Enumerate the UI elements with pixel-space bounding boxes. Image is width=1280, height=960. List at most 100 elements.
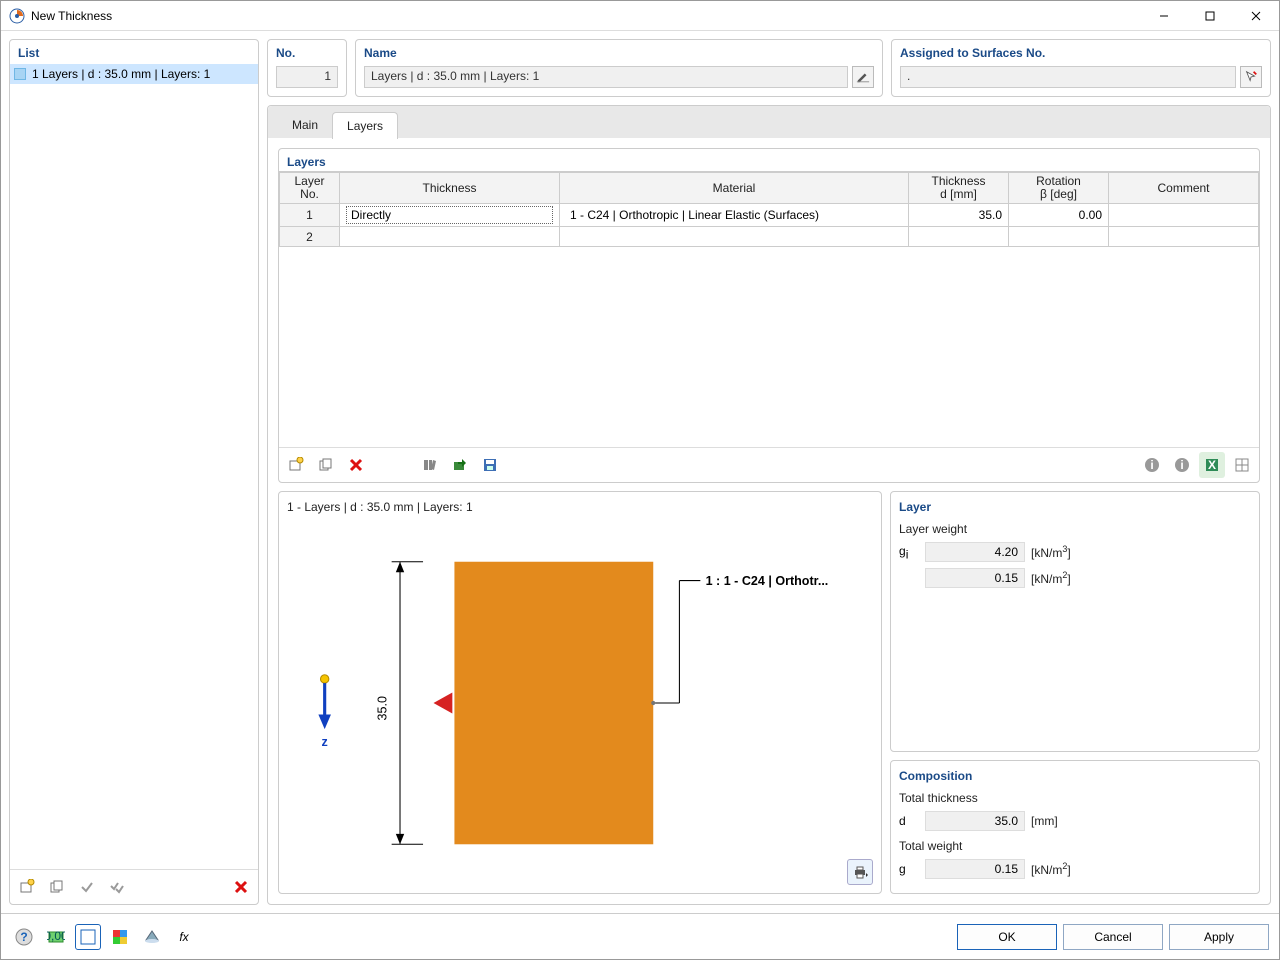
layer-weight-label: Layer weight xyxy=(899,522,1251,536)
colors-button[interactable] xyxy=(107,924,133,950)
preview-box: 1 - Layers | d : 35.0 mm | Layers: 1 xyxy=(278,491,882,894)
import-button[interactable] xyxy=(447,452,473,478)
view-button[interactable] xyxy=(75,924,101,950)
layer-panel-title: Layer xyxy=(899,500,1251,514)
list-item-swatch xyxy=(14,68,26,80)
excel-button[interactable]: X xyxy=(1199,452,1225,478)
grid-empty-space xyxy=(279,247,1259,447)
assigned-label: Assigned to Surfaces No. xyxy=(900,46,1262,60)
list-item[interactable]: 1 Layers | d : 35.0 mm | Layers: 1 xyxy=(10,64,258,84)
cell-thickness[interactable] xyxy=(340,227,560,247)
table-row[interactable]: 2 xyxy=(280,227,1259,247)
list-tree[interactable]: 1 Layers | d : 35.0 mm | Layers: 1 xyxy=(10,64,258,869)
library-button[interactable] xyxy=(417,452,443,478)
g-unit: [kN/m2] xyxy=(1031,861,1071,877)
legend-label: 1 : 1 - C24 | Orthotr... xyxy=(706,574,829,588)
tab-main[interactable]: Main xyxy=(278,112,332,138)
copy-layer-button[interactable] xyxy=(313,452,339,478)
ok-button[interactable]: OK xyxy=(957,924,1057,950)
list-toolbar xyxy=(10,869,258,904)
pick-surfaces-button[interactable] xyxy=(1240,66,1262,88)
layers-toolbar: i i X xyxy=(279,447,1259,482)
minimize-button[interactable] xyxy=(1141,1,1187,31)
preview-title: 1 - Layers | d : 35.0 mm | Layers: 1 xyxy=(287,500,873,514)
svg-text:0,00: 0,00 xyxy=(47,929,65,943)
delete-layer-button[interactable] xyxy=(343,452,369,478)
col-thickness-d: Thicknessd [mm] xyxy=(909,173,1009,204)
gi-unit: [kN/m3] xyxy=(1031,544,1071,560)
no-input[interactable]: 1 xyxy=(276,66,338,88)
svg-text:i: i xyxy=(1150,458,1153,472)
row-no: 1 xyxy=(280,204,340,227)
name-box: Name Layers | d : 35.0 mm | Layers: 1 xyxy=(355,39,883,97)
gi-value: 4.20 xyxy=(925,542,1025,562)
maximize-button[interactable] xyxy=(1187,1,1233,31)
right-stats: Layer Layer weight gi 4.20 [kN/m3] xyxy=(890,491,1260,894)
d-unit: [mm] xyxy=(1031,814,1058,828)
cell-comment[interactable] xyxy=(1109,227,1259,247)
name-label: Name xyxy=(364,46,874,60)
table-row[interactable]: 1 Directly 1 - C24 | Orthotropic | Linea… xyxy=(280,204,1259,227)
delete-item-button[interactable] xyxy=(228,874,254,900)
bottom-bar: ? 0,00 fx OK Cancel Apply xyxy=(1,913,1279,959)
cell-thickness[interactable]: Directly xyxy=(340,204,560,227)
info2-button[interactable]: i xyxy=(1169,452,1195,478)
col-thickness: Thickness xyxy=(340,173,560,204)
z-label: z xyxy=(322,735,328,749)
new-layer-button[interactable] xyxy=(283,452,309,478)
svg-text:?: ? xyxy=(20,930,27,944)
body: List 1 Layers | d : 35.0 mm | Layers: 1 xyxy=(1,31,1279,959)
assigned-box: Assigned to Surfaces No. . xyxy=(891,39,1271,97)
cell-d[interactable]: 35.0 xyxy=(909,204,1009,227)
grid-settings-button[interactable] xyxy=(1229,452,1255,478)
window: New Thickness List 1 Layers | d : 35.0 m… xyxy=(0,0,1280,960)
apply-button[interactable]: Apply xyxy=(1169,924,1269,950)
new-item-button[interactable] xyxy=(14,874,40,900)
svg-text:i: i xyxy=(1180,458,1183,472)
cell-beta[interactable] xyxy=(1009,227,1109,247)
cell-material[interactable] xyxy=(560,227,909,247)
cell-comment[interactable] xyxy=(1109,204,1259,227)
close-button[interactable] xyxy=(1233,1,1279,31)
name-input[interactable]: Layers | d : 35.0 mm | Layers: 1 xyxy=(364,66,848,88)
row-no: 2 xyxy=(280,227,340,247)
window-buttons xyxy=(1141,1,1279,31)
rename-button[interactable] xyxy=(852,66,874,88)
check-button[interactable] xyxy=(74,874,100,900)
list-title: List xyxy=(10,40,258,64)
fx-button[interactable]: fx xyxy=(171,924,197,950)
cell-beta[interactable]: 0.00 xyxy=(1009,204,1109,227)
info-button[interactable]: i xyxy=(1139,452,1165,478)
layers-title: Layers xyxy=(279,149,1259,171)
g-symbol: g xyxy=(899,862,919,876)
titlebar: New Thickness xyxy=(1,1,1279,31)
composition-title: Composition xyxy=(899,769,1251,783)
preview-footer xyxy=(287,855,873,885)
cancel-button[interactable]: Cancel xyxy=(1063,924,1163,950)
upper-area: List 1 Layers | d : 35.0 mm | Layers: 1 xyxy=(1,31,1279,913)
check-all-button[interactable] xyxy=(104,874,130,900)
no-box: No. 1 xyxy=(267,39,347,97)
units-button[interactable]: 0,00 xyxy=(43,924,69,950)
tab-layers[interactable]: Layers xyxy=(332,112,398,139)
gi-symbol: gi xyxy=(899,544,919,561)
dim-label: 35.0 xyxy=(375,696,389,720)
marker-icon xyxy=(434,693,453,714)
render-button[interactable] xyxy=(139,924,165,950)
print-button[interactable] xyxy=(847,859,873,885)
left-panel: List 1 Layers | d : 35.0 mm | Layers: 1 xyxy=(9,39,259,905)
svg-text:X: X xyxy=(1208,458,1216,472)
help-button[interactable]: ? xyxy=(11,924,37,950)
layers-grid[interactable]: LayerNo. Thickness Material Thicknessd [… xyxy=(279,171,1259,447)
cell-material[interactable]: 1 - C24 | Orthotropic | Linear Elastic (… xyxy=(560,204,909,227)
copy-item-button[interactable] xyxy=(44,874,70,900)
assigned-input[interactable]: . xyxy=(900,66,1236,88)
list-item-label: 1 Layers | d : 35.0 mm | Layers: 1 xyxy=(32,67,210,81)
g-value: 0.15 xyxy=(925,859,1025,879)
right-area: No. 1 Name Layers | d : 35.0 mm | Layers… xyxy=(267,39,1271,905)
save-button[interactable] xyxy=(477,452,503,478)
tab-content: Layers LayerNo. Thickness xyxy=(268,138,1270,904)
cell-d[interactable] xyxy=(909,227,1009,247)
d-symbol: d xyxy=(899,814,919,828)
list-panel: List 1 Layers | d : 35.0 mm | Layers: 1 xyxy=(9,39,259,905)
